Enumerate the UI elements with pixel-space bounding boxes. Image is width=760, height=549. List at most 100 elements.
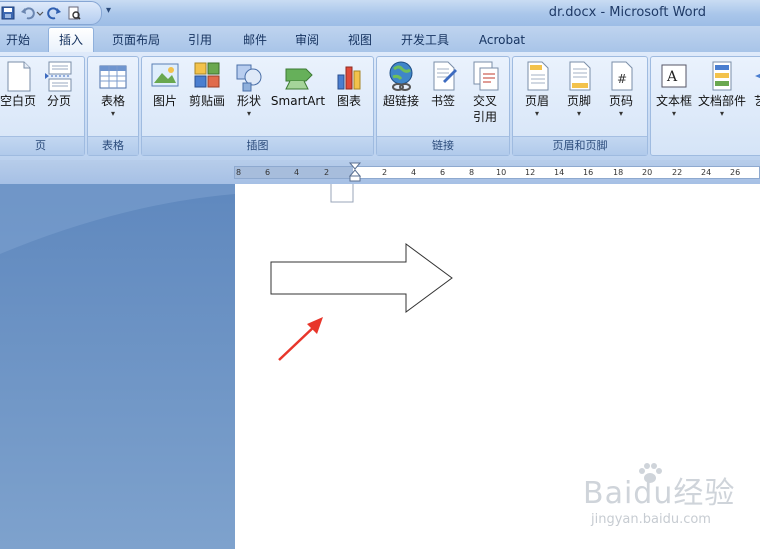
group-illustrations: 图片 剪贴画 形状 ▾ SmartArt 图表 插图: [141, 56, 374, 156]
group-links: 超链接 书签 交叉 引用 链接: [376, 56, 510, 156]
chart-icon: [337, 66, 361, 90]
svg-text:#: #: [617, 72, 627, 86]
ruler-tick: 22: [672, 168, 683, 177]
footer-icon: [569, 61, 591, 91]
quick-parts-icon: [712, 61, 732, 91]
picture-icon: [151, 63, 179, 87]
wordart-button[interactable]: 艺: [749, 59, 760, 109]
paw-logo-icon: [639, 463, 662, 483]
svg-text:A: A: [666, 69, 678, 85]
tab-home[interactable]: 开始: [0, 30, 36, 50]
group-header-footer: 页眉 ▾ 页脚 ▾ # 页码 ▾ 页眉和页脚: [512, 56, 648, 156]
margin-corner-mark: [330, 184, 354, 203]
header-dropdown-icon: ▾: [534, 109, 539, 118]
ruler-tick: 16: [583, 168, 594, 177]
ruler-tick: 2: [324, 168, 330, 177]
watermark-url: jingyan.baidu.com: [591, 512, 711, 527]
blank-page-button[interactable]: 空白页: [0, 59, 37, 109]
tab-mailings[interactable]: 邮件: [237, 30, 273, 50]
group-label-illustrations: 插图: [142, 136, 373, 155]
tab-view[interactable]: 视图: [342, 30, 378, 50]
clip-art-icon: [194, 62, 220, 88]
tab-developer[interactable]: 开发工具: [394, 30, 456, 50]
ruler-tick: 2: [382, 168, 388, 177]
ruler-tick: 14: [554, 168, 565, 177]
ribbon-tabs: 开始 插入 页面布局 引用 邮件 审阅 视图 开发工具 Acrobat: [0, 26, 760, 53]
undo-dropdown-icon[interactable]: [36, 6, 44, 20]
page-break-icon: [45, 61, 72, 92]
shapes-button[interactable]: 形状 ▾: [230, 59, 268, 119]
right-arrow-shape[interactable]: [270, 243, 453, 313]
cross-reference-button[interactable]: 交叉 引用: [465, 59, 505, 125]
table-dropdown-icon: ▾: [110, 109, 115, 118]
print-preview-icon[interactable]: [67, 6, 81, 20]
ruler-tick: 10: [496, 168, 507, 177]
ruler-tick: 18: [613, 168, 624, 177]
ruler-tick: 26: [730, 168, 741, 177]
tab-review[interactable]: 审阅: [289, 30, 325, 50]
wordart-icon: [755, 73, 760, 79]
window-title: dr.docx - Microsoft Word: [548, 5, 706, 20]
page-number-dropdown-icon: ▾: [618, 109, 623, 118]
horizontal-ruler[interactable]: 8 6 4 2 2 4 6 8 10 12 14 16 18 20 22 24 …: [234, 166, 760, 179]
ruler-tick: 4: [294, 168, 300, 177]
clip-art-button[interactable]: 剪贴画: [186, 59, 228, 109]
group-pages: 空白页 分页 页: [0, 56, 85, 156]
redo-icon[interactable]: [47, 6, 61, 20]
tab-page-layout[interactable]: 页面布局: [106, 30, 166, 50]
page-number-icon: #: [611, 61, 633, 91]
ruler-tick: 4: [411, 168, 417, 177]
header-icon: [527, 61, 549, 91]
bookmark-button[interactable]: 书签: [425, 59, 461, 109]
text-box-dropdown-icon: ▾: [671, 109, 676, 118]
bookmark-icon: [433, 61, 457, 91]
group-label-links: 链接: [377, 136, 509, 155]
ribbon: 空白页 分页 页 表格 ▾ 表格 图片 剪贴画 形状 ▾ SmartArt 图表…: [0, 52, 760, 161]
shapes-dropdown-icon: ▾: [246, 109, 251, 118]
table-icon: [99, 65, 127, 89]
shapes-icon: [236, 64, 262, 92]
workspace-gradient: [0, 184, 235, 254]
group-tables: 表格 ▾ 表格: [87, 56, 139, 156]
quick-access-toolbar: [0, 1, 102, 25]
ruler-tick: 20: [642, 168, 653, 177]
title-bar: ▾ dr.docx - Microsoft Word: [0, 0, 760, 26]
tab-references[interactable]: 引用: [182, 30, 218, 50]
customize-qat-icon[interactable]: ▾: [106, 5, 111, 16]
ruler-tick: 12: [525, 168, 536, 177]
text-box-button[interactable]: A 文本框 ▾: [653, 59, 695, 119]
text-box-icon: A: [661, 64, 687, 88]
ruler-tick: 8: [236, 168, 242, 177]
header-button[interactable]: 页眉 ▾: [517, 59, 557, 119]
quick-parts-dropdown-icon: ▾: [719, 109, 724, 118]
ruler-tick: 6: [265, 168, 271, 177]
ruler-tick: 24: [701, 168, 712, 177]
ruler-tick: 6: [440, 168, 446, 177]
group-label-pages: 页: [0, 136, 84, 155]
quick-parts-button[interactable]: 文档部件 ▾: [697, 59, 747, 119]
annotation-arrow-icon: [278, 323, 318, 361]
page-number-button[interactable]: # 页码 ▾: [601, 59, 641, 119]
picture-button[interactable]: 图片: [146, 59, 184, 109]
hyperlink-icon: [389, 61, 413, 91]
watermark: Baidu经验 jingyan.baidu.com: [583, 463, 753, 538]
page-break-button[interactable]: 分页: [41, 59, 77, 109]
tab-insert[interactable]: 插入: [48, 27, 94, 52]
indent-marker-icon[interactable]: [348, 162, 362, 184]
chart-button[interactable]: 图表: [330, 59, 368, 109]
tab-acrobat[interactable]: Acrobat: [472, 30, 532, 50]
undo-icon[interactable]: [21, 6, 35, 20]
group-label-header-footer: 页眉和页脚: [513, 136, 647, 155]
blank-page-icon: [7, 61, 31, 92]
ruler-tick: 8: [469, 168, 475, 177]
cross-reference-icon: [473, 61, 499, 91]
smartart-icon: [285, 68, 313, 90]
group-text: A 文本框 ▾ 文档部件 ▾ 艺: [650, 56, 760, 156]
footer-button[interactable]: 页脚 ▾: [559, 59, 599, 119]
table-button[interactable]: 表格 ▾: [92, 59, 134, 119]
smartart-button[interactable]: SmartArt: [270, 59, 326, 109]
footer-dropdown-icon: ▾: [576, 109, 581, 118]
group-label-tables: 表格: [88, 136, 138, 155]
save-icon[interactable]: [1, 6, 15, 20]
hyperlink-button[interactable]: 超链接: [379, 59, 423, 109]
